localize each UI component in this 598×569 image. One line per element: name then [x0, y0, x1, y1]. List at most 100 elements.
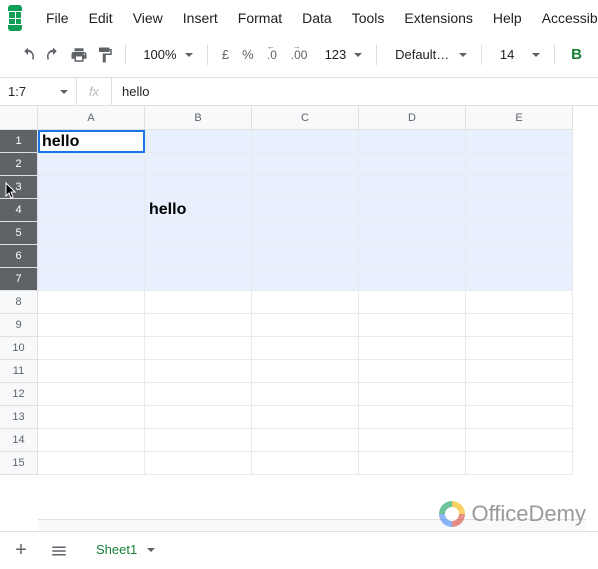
cell-E3[interactable]: [466, 176, 573, 199]
cell-E1[interactable]: [466, 130, 573, 153]
cell-A3[interactable]: [38, 176, 145, 199]
number-format-dropdown[interactable]: 123: [317, 45, 367, 64]
cell-B6[interactable]: [145, 245, 252, 268]
cell-A15[interactable]: [38, 452, 145, 475]
menu-edit[interactable]: Edit: [79, 6, 123, 30]
cell-A10[interactable]: [38, 337, 145, 360]
name-box[interactable]: 1:7: [0, 84, 76, 99]
cell-E7[interactable]: [466, 268, 573, 291]
sheets-logo[interactable]: [8, 5, 22, 31]
menu-view[interactable]: View: [123, 6, 173, 30]
cell-D14[interactable]: [359, 429, 466, 452]
column-header-E[interactable]: E: [466, 106, 573, 130]
menu-data[interactable]: Data: [292, 6, 342, 30]
print-button[interactable]: [69, 43, 89, 67]
currency-button[interactable]: £: [217, 43, 233, 67]
percent-button[interactable]: %: [240, 43, 256, 67]
cell-D11[interactable]: [359, 360, 466, 383]
redo-button[interactable]: [44, 43, 64, 67]
cell-A11[interactable]: [38, 360, 145, 383]
row-header-8[interactable]: 8: [0, 291, 38, 314]
cell-B11[interactable]: [145, 360, 252, 383]
cell-E11[interactable]: [466, 360, 573, 383]
row-header-1[interactable]: 1: [0, 130, 38, 153]
cell-D10[interactable]: [359, 337, 466, 360]
cell-E4[interactable]: [466, 199, 573, 222]
cell-A8[interactable]: [38, 291, 145, 314]
cell-D2[interactable]: [359, 153, 466, 176]
menu-tools[interactable]: Tools: [342, 6, 395, 30]
row-header-3[interactable]: 3: [0, 176, 38, 199]
column-header-B[interactable]: B: [145, 106, 252, 130]
column-header-A[interactable]: A: [38, 106, 145, 130]
cell-D6[interactable]: [359, 245, 466, 268]
cell-E6[interactable]: [466, 245, 573, 268]
cell-D13[interactable]: [359, 406, 466, 429]
cell-C1[interactable]: [252, 130, 359, 153]
cell-B12[interactable]: [145, 383, 252, 406]
menu-format[interactable]: Format: [228, 6, 292, 30]
cell-A14[interactable]: [38, 429, 145, 452]
cell-D5[interactable]: [359, 222, 466, 245]
cell-E8[interactable]: [466, 291, 573, 314]
all-sheets-button[interactable]: [46, 538, 72, 564]
cell-A13[interactable]: [38, 406, 145, 429]
cell-E14[interactable]: [466, 429, 573, 452]
cell-D1[interactable]: [359, 130, 466, 153]
cell-E13[interactable]: [466, 406, 573, 429]
cell-A6[interactable]: [38, 245, 145, 268]
sheet-tab[interactable]: Sheet1: [84, 536, 167, 565]
row-header-10[interactable]: 10: [0, 337, 38, 360]
cell-E12[interactable]: [466, 383, 573, 406]
paint-format-button[interactable]: [95, 43, 115, 67]
cell-B4[interactable]: hello: [145, 199, 252, 222]
cell-E2[interactable]: [466, 153, 573, 176]
cell-B5[interactable]: [145, 222, 252, 245]
column-header-D[interactable]: D: [359, 106, 466, 130]
menu-extensions[interactable]: Extensions: [394, 6, 482, 30]
cell-B9[interactable]: [145, 314, 252, 337]
cell-E15[interactable]: [466, 452, 573, 475]
cell-D12[interactable]: [359, 383, 466, 406]
bold-button[interactable]: B: [565, 43, 588, 67]
cell-B7[interactable]: [145, 268, 252, 291]
cell-A12[interactable]: [38, 383, 145, 406]
row-header-2[interactable]: 2: [0, 153, 38, 176]
cell-A2[interactable]: [38, 153, 145, 176]
add-sheet-button[interactable]: +: [8, 538, 34, 564]
cell-B1[interactable]: [145, 130, 252, 153]
cell-B3[interactable]: [145, 176, 252, 199]
cell-C8[interactable]: [252, 291, 359, 314]
menu-accessibility[interactable]: Accessibility: [532, 6, 598, 30]
cell-C6[interactable]: [252, 245, 359, 268]
cell-C14[interactable]: [252, 429, 359, 452]
row-header-12[interactable]: 12: [0, 383, 38, 406]
row-header-14[interactable]: 14: [0, 429, 38, 452]
cell-C10[interactable]: [252, 337, 359, 360]
font-dropdown[interactable]: Default (Ari...: [387, 45, 471, 64]
cell-C13[interactable]: [252, 406, 359, 429]
row-header-15[interactable]: 15: [0, 452, 38, 475]
cell-B13[interactable]: [145, 406, 252, 429]
row-header-7[interactable]: 7: [0, 268, 38, 291]
row-header-11[interactable]: 11: [0, 360, 38, 383]
cell-D4[interactable]: [359, 199, 466, 222]
cell-D8[interactable]: [359, 291, 466, 314]
undo-button[interactable]: [18, 43, 38, 67]
cell-C3[interactable]: [252, 176, 359, 199]
cell-B15[interactable]: [145, 452, 252, 475]
cell-C15[interactable]: [252, 452, 359, 475]
select-all-corner[interactable]: [0, 106, 38, 130]
cell-E5[interactable]: [466, 222, 573, 245]
increase-decimal-button[interactable]: .00→: [288, 43, 311, 67]
cell-B2[interactable]: [145, 153, 252, 176]
cell-B14[interactable]: [145, 429, 252, 452]
row-header-5[interactable]: 5: [0, 222, 38, 245]
cell-D9[interactable]: [359, 314, 466, 337]
cell-D3[interactable]: [359, 176, 466, 199]
cell-C7[interactable]: [252, 268, 359, 291]
row-header-4[interactable]: 4: [0, 199, 38, 222]
cell-B8[interactable]: [145, 291, 252, 314]
decrease-decimal-button[interactable]: .0←: [262, 43, 282, 67]
cell-A5[interactable]: [38, 222, 145, 245]
